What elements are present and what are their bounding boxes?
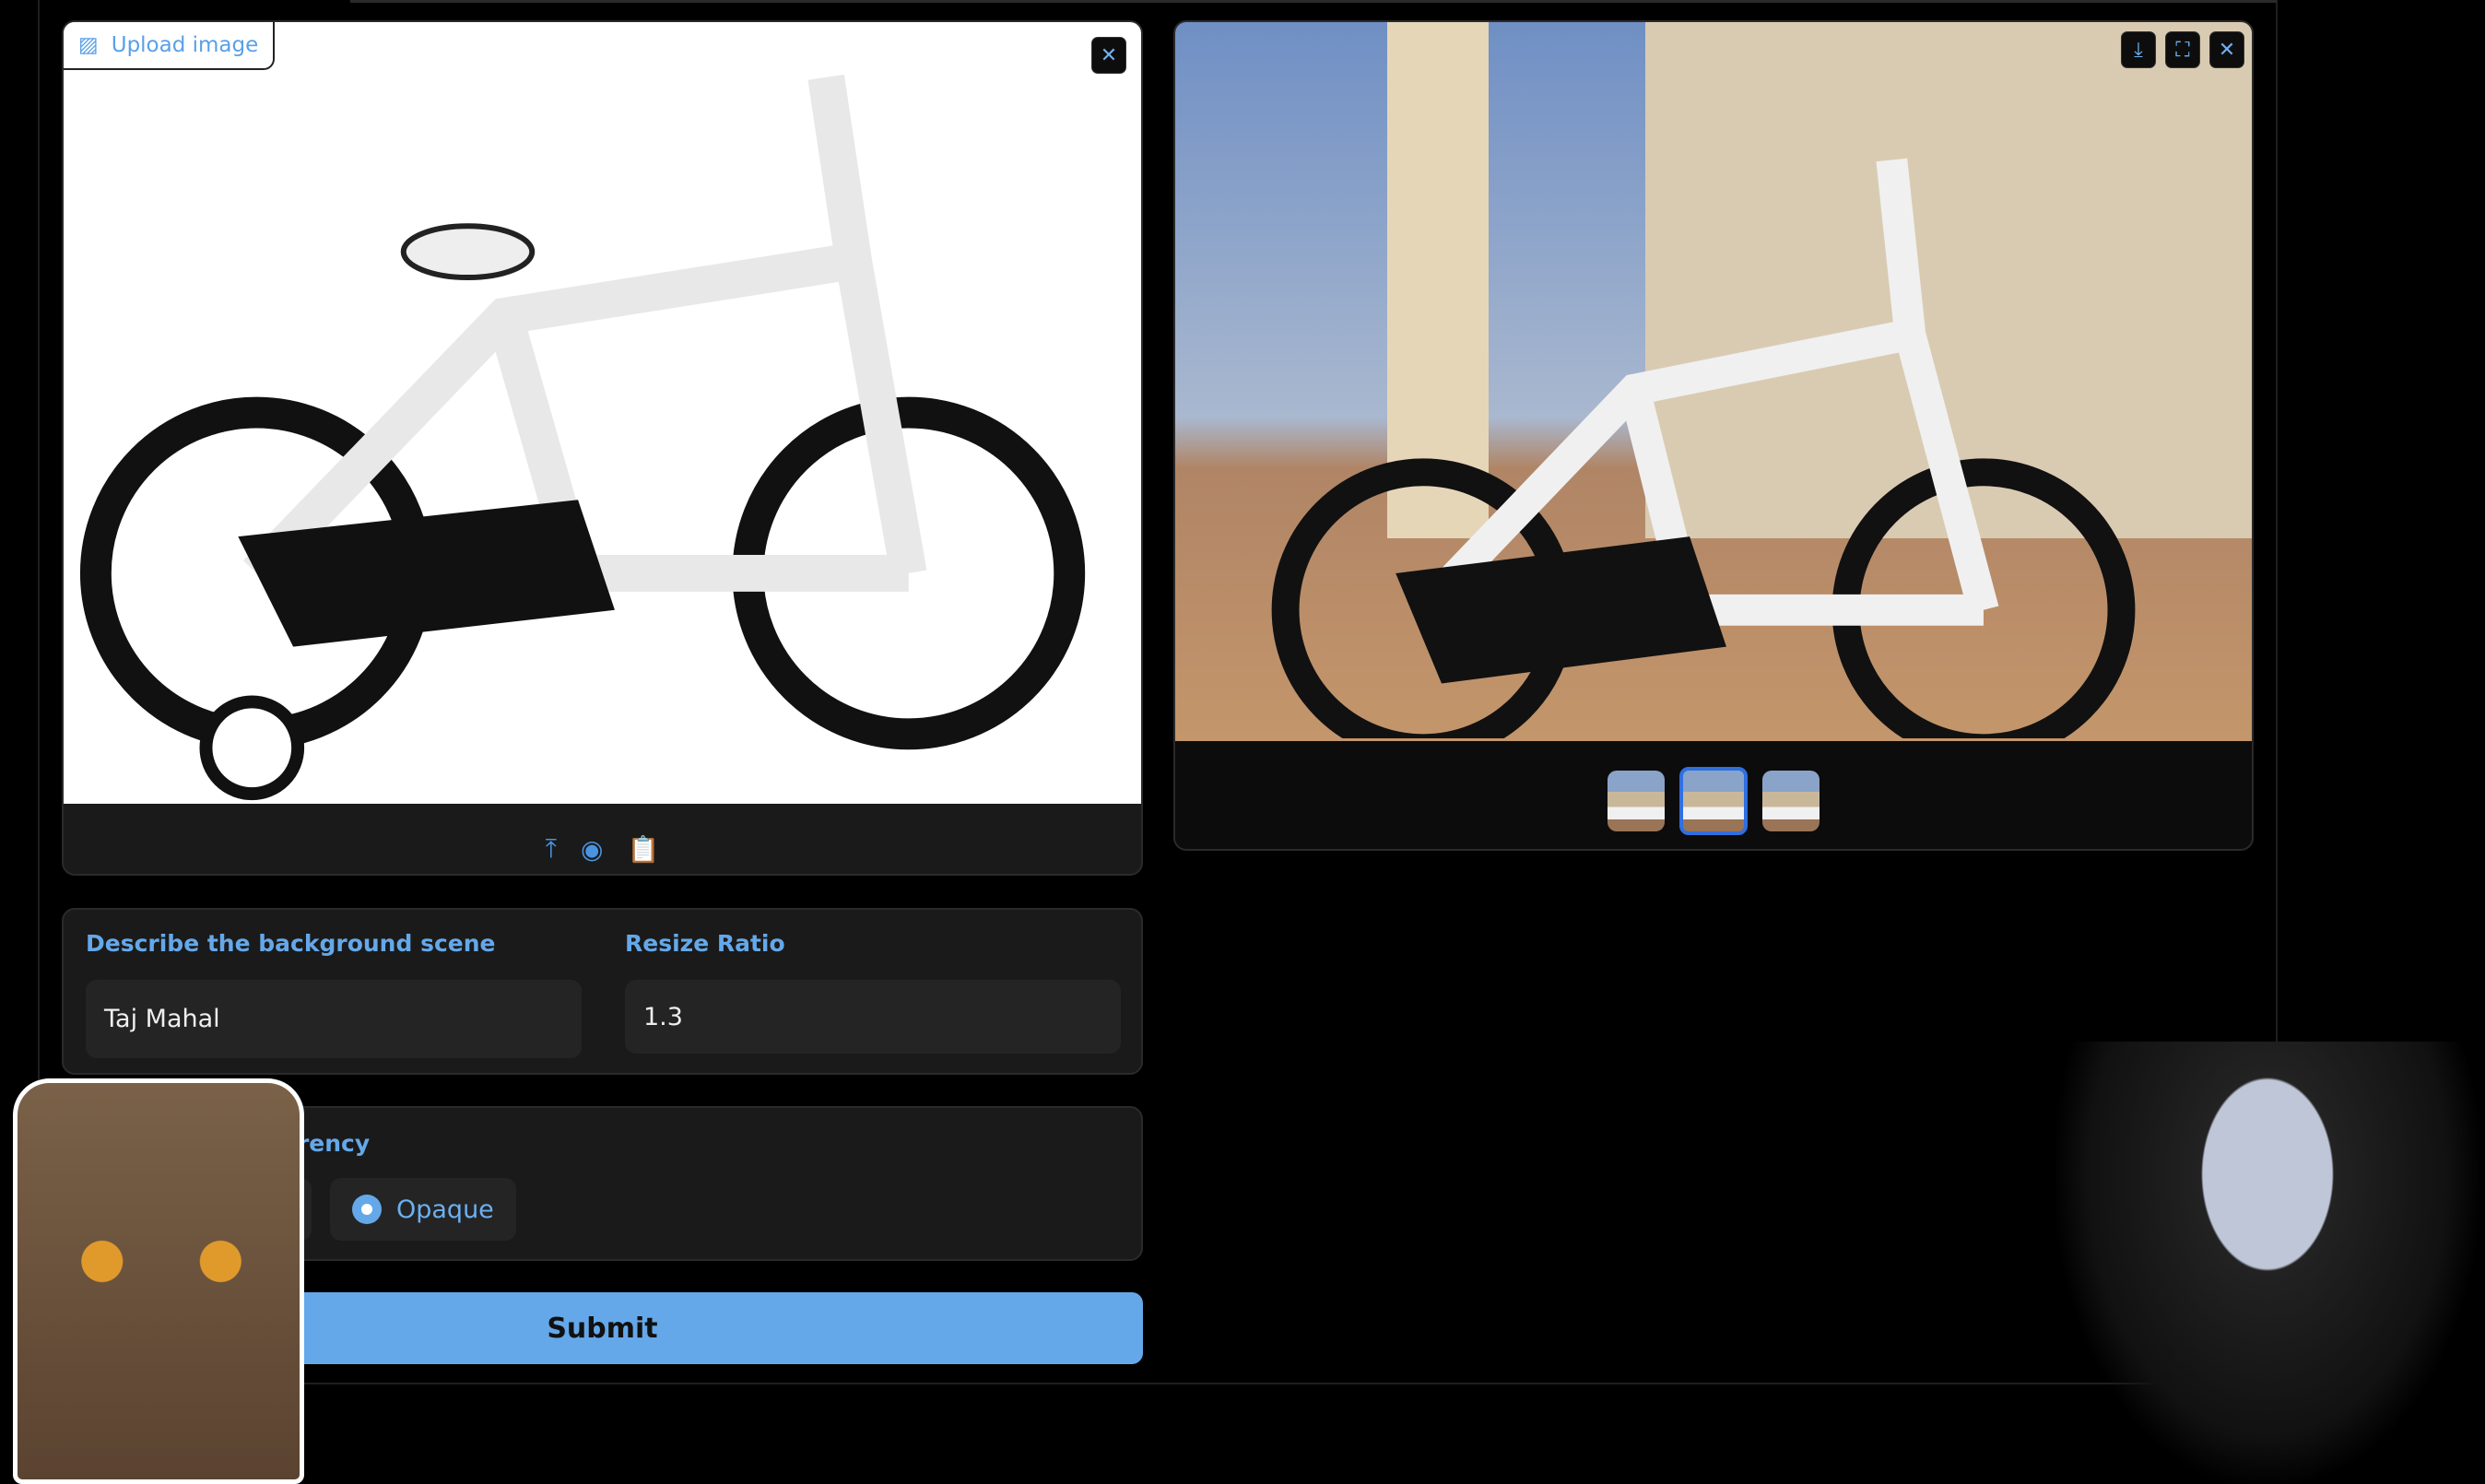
download-button[interactable]: ⤓ [2121,31,2156,68]
background-textarea[interactable]: Taj Mahal [86,980,582,1058]
bike-image [79,74,1086,801]
radio-option-opaque[interactable]: Opaque [330,1178,516,1241]
input-image[interactable]: ▨ Upload image ✕ [64,22,1141,804]
bike-composite [1271,158,2136,739]
output-gallery-panel: ⤓ ⛶ ✕ [1173,20,2254,851]
background-label: Describe the background scene [86,930,496,957]
thumbnail-strip [1175,767,2252,835]
parameters-panel: Describe the background scene Taj Mahal … [62,908,1143,1075]
opaque-label: Opaque [396,1195,494,1224]
upload-image-tab[interactable]: ▨ Upload image [64,22,276,70]
close-gallery-button[interactable]: ✕ [2209,31,2244,68]
thumbnail-1[interactable] [1608,771,1665,831]
clear-image-button[interactable]: ✕ [1091,37,1126,74]
upload-image-label: Upload image [111,33,259,57]
thumbnail-2-selected[interactable] [1679,767,1748,835]
tiki-mascot-image [13,1078,304,1484]
source-toolbar: ⤒ ◉ 📋 [64,822,1141,874]
output-image[interactable]: ⤓ ⛶ ✕ [1175,22,2252,741]
clipboard-image-icon[interactable]: 📋 [627,834,659,865]
resize-ratio-label: Resize Ratio [625,930,785,957]
webcam-icon[interactable]: ◉ [581,834,603,865]
input-image-panel: ▨ Upload image ✕ ⤒ ◉ 📋 [62,20,1143,876]
top-divider [350,0,2277,3]
radio-selected-icon [352,1195,382,1224]
fullscreen-button[interactable]: ⛶ [2165,31,2200,68]
thumbnail-3[interactable] [1762,771,1820,831]
anime-character-image [2055,1042,2479,1484]
upload-icon[interactable]: ⤒ [546,833,557,865]
resize-ratio-input[interactable]: 1.3 [625,980,1121,1054]
image-icon: ▨ [78,33,99,57]
